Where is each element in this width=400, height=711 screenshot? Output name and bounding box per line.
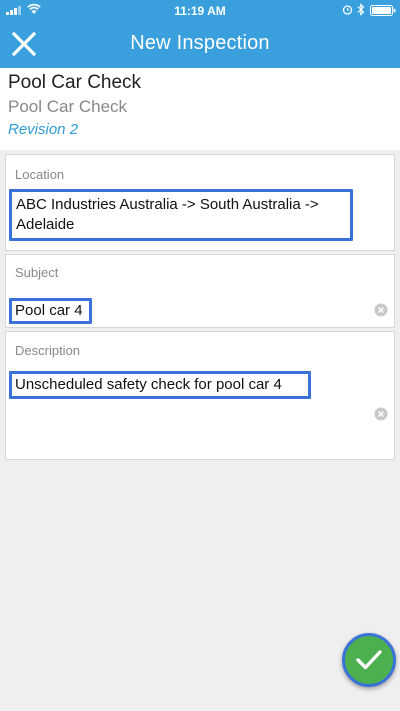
description-input[interactable]: Unscheduled safety check for pool car 4 xyxy=(9,371,311,399)
subject-field[interactable]: Subject Pool car 4 xyxy=(5,254,395,328)
status-time: 11:19 AM xyxy=(174,4,226,18)
form-subname: Pool Car Check xyxy=(8,97,128,116)
subject-label: Subject xyxy=(15,265,59,280)
bluetooth-icon xyxy=(357,3,365,16)
status-bar: 11:19 AM xyxy=(0,0,400,22)
form-name: Pool Car Check xyxy=(8,72,142,93)
clear-subject-icon[interactable] xyxy=(374,303,388,317)
clear-description-icon[interactable] xyxy=(374,407,388,421)
submit-button[interactable] xyxy=(342,633,396,687)
location-field[interactable]: Location ABC Industries Australia -> Sou… xyxy=(5,154,395,251)
description-label: Description xyxy=(15,343,81,358)
nav-bar: New Inspection xyxy=(0,22,400,68)
checkmark-icon xyxy=(356,650,382,670)
page-title: New Inspection xyxy=(130,32,270,54)
location-label: Location xyxy=(15,167,65,182)
alarm-icon xyxy=(342,5,353,15)
location-value-line1: ABC Industries Australia -> South Austra… xyxy=(16,196,319,213)
form-revision: Revision 2 xyxy=(8,121,79,138)
location-value-line2: Adelaide xyxy=(16,216,75,233)
battery-icon xyxy=(370,5,396,16)
subject-input[interactable]: Pool car 4 xyxy=(9,298,92,324)
description-field[interactable]: Description Unscheduled safety check for… xyxy=(5,331,395,460)
app-header: 11:19 AM New Inspection xyxy=(0,0,400,68)
form-info: Pool Car Check Pool Car Check Revision 2 xyxy=(0,68,400,150)
location-value[interactable]: ABC Industries Australia -> South Austra… xyxy=(9,189,353,241)
